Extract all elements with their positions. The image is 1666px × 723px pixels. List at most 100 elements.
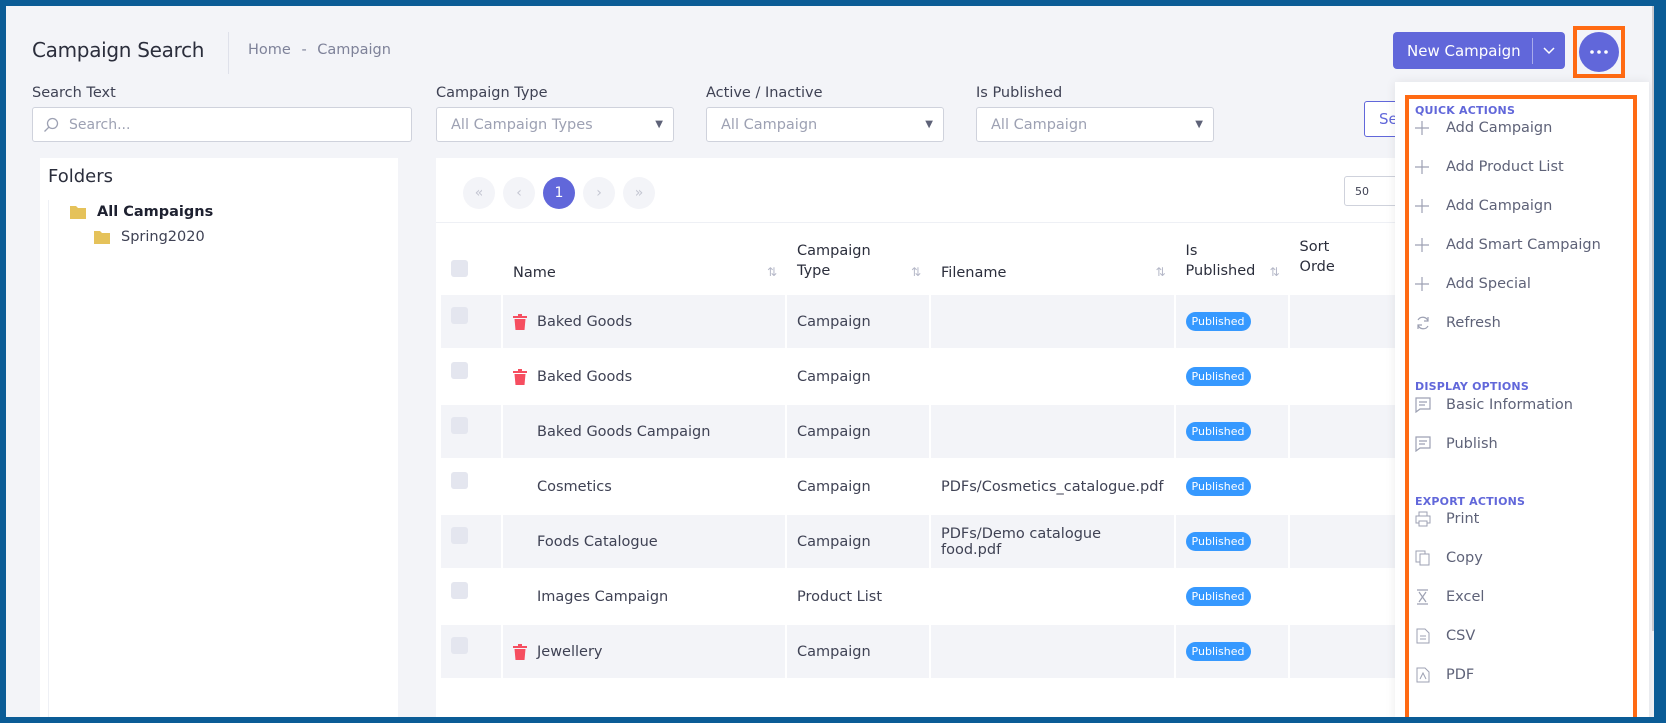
new-campaign-button[interactable]: New Campaign bbox=[1393, 32, 1565, 69]
breadcrumb-campaign[interactable]: Campaign bbox=[317, 42, 391, 58]
folders-panel: Folders All Campaigns Spring2020 bbox=[40, 158, 398, 717]
campaign-name[interactable]: Cosmetics bbox=[537, 479, 612, 495]
table-row[interactable]: Baked Goods Campaign Published bbox=[441, 295, 1433, 348]
column-header-name[interactable]: Name ⇅ bbox=[503, 229, 785, 293]
folder-all-campaigns[interactable]: All Campaigns bbox=[69, 204, 213, 220]
name-cell: Baked Goods bbox=[503, 350, 785, 403]
search-field[interactable] bbox=[32, 107, 412, 142]
campaign-type-cell: Campaign bbox=[787, 405, 929, 458]
header-label: Campaign Type bbox=[797, 243, 871, 279]
folders-title: Folders bbox=[48, 166, 114, 187]
sort-icon[interactable]: ⇅ bbox=[767, 265, 777, 279]
name-cell: Baked Goods bbox=[503, 295, 785, 348]
menu-label: Add Special bbox=[1446, 276, 1531, 292]
menu-add-special[interactable]: Add Special bbox=[1415, 276, 1531, 292]
row-checkbox[interactable] bbox=[451, 307, 468, 324]
row-checkbox[interactable] bbox=[451, 472, 468, 489]
column-header-is-published[interactable]: Is Published ⇅ bbox=[1175, 229, 1288, 293]
campaign-name[interactable]: Foods Catalogue bbox=[537, 534, 658, 550]
campaign-name[interactable]: Baked Goods Campaign bbox=[537, 424, 710, 440]
more-actions-button[interactable] bbox=[1579, 32, 1619, 72]
select-all-checkbox[interactable] bbox=[451, 260, 468, 277]
table-row[interactable]: Baked Goods Campaign Campaign Published bbox=[441, 405, 1433, 458]
campaign-table: Name ⇅ Campaign Type ⇅ Filename ⇅ Is Publis… bbox=[439, 227, 1435, 680]
campaign-type-cell: Campaign bbox=[787, 460, 929, 513]
row-checkbox[interactable] bbox=[451, 527, 468, 544]
printer-icon bbox=[1415, 511, 1446, 527]
breadcrumb-home[interactable]: Home bbox=[248, 42, 291, 58]
last-page-button[interactable]: » bbox=[623, 177, 655, 209]
comment-icon bbox=[1415, 436, 1446, 452]
row-select-cell bbox=[441, 295, 501, 348]
folder-tree: All Campaigns Spring2020 bbox=[48, 200, 398, 717]
folder-spring2020[interactable]: Spring2020 bbox=[93, 229, 205, 245]
campaign-name[interactable]: Images Campaign bbox=[537, 589, 668, 605]
campaign-type-select[interactable]: All Campaign Types ▼ bbox=[436, 107, 674, 142]
trash-icon[interactable] bbox=[513, 368, 537, 385]
sort-icon[interactable]: ⇅ bbox=[1155, 265, 1165, 279]
search-input[interactable] bbox=[69, 116, 389, 133]
table-row[interactable]: Images Campaign Product List Published bbox=[441, 570, 1433, 623]
row-checkbox[interactable] bbox=[451, 417, 468, 434]
menu-basic-information[interactable]: Basic Information bbox=[1415, 397, 1573, 413]
menu-label: PDF bbox=[1446, 667, 1475, 683]
status-badge: Published bbox=[1185, 532, 1251, 551]
menu-csv[interactable]: CSV bbox=[1415, 628, 1475, 644]
table-row[interactable]: Jewellery Campaign Published bbox=[441, 625, 1433, 678]
caret-down-icon: ▼ bbox=[1195, 119, 1203, 130]
refresh-icon bbox=[1415, 315, 1446, 331]
sort-icon[interactable]: ⇅ bbox=[911, 265, 921, 279]
row-checkbox[interactable] bbox=[451, 637, 468, 654]
trash-icon[interactable] bbox=[513, 313, 537, 330]
page-scrollbar[interactable] bbox=[1652, 6, 1654, 631]
table-row[interactable]: Cosmetics Campaign PDFs/Cosmetics_catalogu… bbox=[441, 460, 1433, 513]
caret-down-icon: ▼ bbox=[655, 119, 663, 130]
folder-icon bbox=[70, 206, 86, 219]
campaign-type-value: All Campaign Types bbox=[451, 116, 593, 133]
more-actions-highlight bbox=[1573, 26, 1625, 78]
trash-icon[interactable] bbox=[513, 643, 537, 660]
campaign-type-cell: Campaign bbox=[787, 295, 929, 348]
column-header-campaign-type[interactable]: Campaign Type ⇅ bbox=[787, 229, 929, 293]
menu-label: Basic Information bbox=[1446, 397, 1573, 413]
next-page-button[interactable]: › bbox=[583, 177, 615, 209]
folder-label: Spring2020 bbox=[121, 229, 205, 245]
table-row[interactable]: Foods Catalogue Campaign PDFs/Demo catalog… bbox=[441, 515, 1433, 568]
menu-add-product-list[interactable]: Add Product List bbox=[1415, 159, 1564, 175]
campaign-name[interactable]: Jewellery bbox=[537, 644, 603, 660]
column-header-filename[interactable]: Filename ⇅ bbox=[931, 229, 1174, 293]
menu-copy[interactable]: Copy bbox=[1415, 550, 1483, 566]
page-title: Campaign Search bbox=[32, 38, 205, 62]
page-number-button[interactable]: 1 bbox=[543, 177, 575, 209]
campaign-name[interactable]: Baked Goods bbox=[537, 369, 632, 385]
menu-pdf[interactable]: PDF bbox=[1415, 667, 1474, 683]
menu-label: Print bbox=[1446, 511, 1480, 527]
campaign-name[interactable]: Baked Goods bbox=[537, 314, 632, 330]
sort-icon[interactable]: ⇅ bbox=[1269, 265, 1279, 279]
excel-icon bbox=[1415, 589, 1446, 605]
menu-add-smart-campaign[interactable]: Add Smart Campaign bbox=[1415, 237, 1601, 253]
caret-down-icon: ▼ bbox=[925, 119, 933, 130]
display-options-title: DISPLAY OPTIONS bbox=[1415, 380, 1529, 393]
menu-print[interactable]: Print bbox=[1415, 511, 1479, 527]
chevron-down-icon[interactable] bbox=[1533, 46, 1565, 55]
row-checkbox[interactable] bbox=[451, 582, 468, 599]
prev-page-button[interactable]: ‹ bbox=[503, 177, 535, 209]
menu-add-campaign[interactable]: Add Campaign bbox=[1415, 120, 1552, 136]
first-page-button[interactable]: « bbox=[463, 177, 495, 209]
breadcrumb: Home - Campaign bbox=[248, 42, 397, 58]
is-published-label: Is Published bbox=[976, 85, 1063, 101]
is-published-select[interactable]: All Campaign ▼ bbox=[976, 107, 1214, 142]
menu-add-campaign-2[interactable]: Add Campaign bbox=[1415, 198, 1552, 214]
menu-label: Add Smart Campaign bbox=[1446, 237, 1601, 253]
plus-icon bbox=[1415, 277, 1446, 291]
table-row[interactable]: Baked Goods Campaign Published bbox=[441, 350, 1433, 403]
breadcrumb-sep: - bbox=[301, 42, 307, 58]
row-checkbox[interactable] bbox=[451, 362, 468, 379]
menu-publish[interactable]: Publish bbox=[1415, 436, 1498, 452]
folder-label: All Campaigns bbox=[97, 204, 214, 220]
menu-refresh[interactable]: Refresh bbox=[1415, 315, 1501, 331]
active-inactive-select[interactable]: All Campaign ▼ bbox=[706, 107, 944, 142]
name-cell: Foods Catalogue bbox=[503, 515, 785, 568]
menu-excel[interactable]: Excel bbox=[1415, 589, 1484, 605]
